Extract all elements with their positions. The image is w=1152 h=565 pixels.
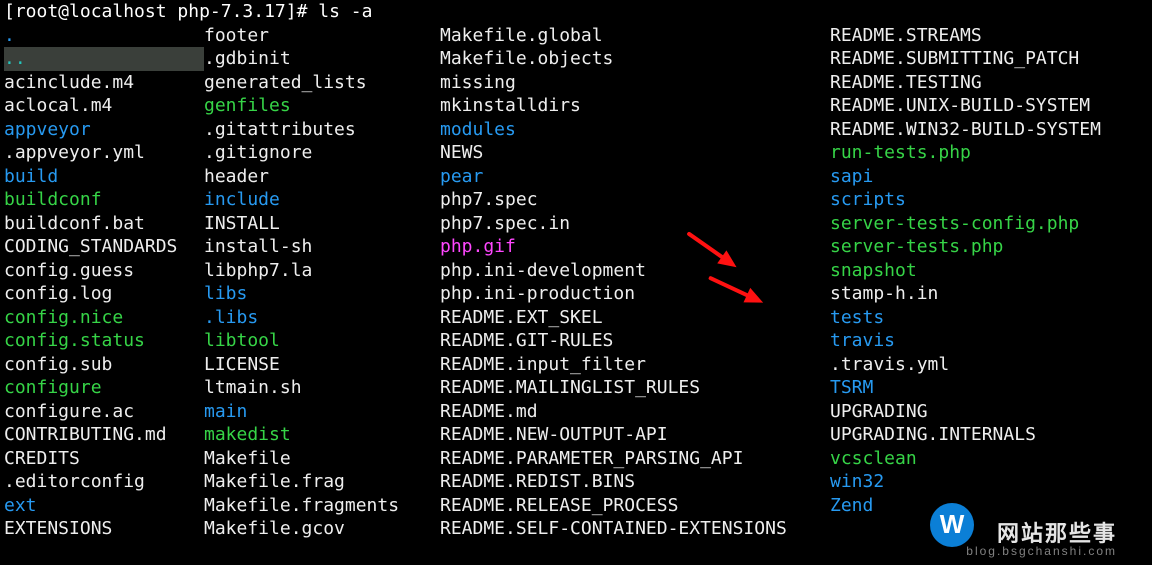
ls-entry: buildconf.bat xyxy=(4,212,204,236)
ls-entry: README.PARAMETER_PARSING_API xyxy=(440,447,830,471)
ls-entry: Zend xyxy=(830,494,1150,518)
ls-entry: libs xyxy=(204,282,440,306)
ls-entry: footer xyxy=(204,24,440,48)
ls-entry: pear xyxy=(440,165,830,189)
ls-entry: install-sh xyxy=(204,235,440,259)
ls-entry: README.WIN32-BUILD-SYSTEM xyxy=(830,118,1150,142)
ls-column: README.STREAMSREADME.SUBMITTING_PATCHREA… xyxy=(830,24,1150,541)
ls-entry: .libs xyxy=(204,306,440,330)
ls-entry: php.ini-development xyxy=(440,259,830,283)
ls-entry: README.GIT-RULES xyxy=(440,329,830,353)
ls-entry: aclocal.m4 xyxy=(4,94,204,118)
ls-column: ...acinclude.m4aclocal.m4appveyor.appvey… xyxy=(4,24,204,541)
ls-column: footer.gdbinitgenerated_listsgenfiles.gi… xyxy=(204,24,440,541)
ls-entry: README.TESTING xyxy=(830,71,1150,95)
ls-entry: .gdbinit xyxy=(204,47,440,71)
ls-entry: libtool xyxy=(204,329,440,353)
ls-entry: win32 xyxy=(830,470,1150,494)
ls-entry: config.status xyxy=(4,329,204,353)
ls-entry: run-tests.php xyxy=(830,141,1150,165)
ls-entry: configure xyxy=(4,376,204,400)
ls-entry: TSRM xyxy=(830,376,1150,400)
ls-entry: ltmain.sh xyxy=(204,376,440,400)
ls-entry: travis xyxy=(830,329,1150,353)
ls-entry: include xyxy=(204,188,440,212)
ls-entry: server-tests-config.php xyxy=(830,212,1150,236)
ls-entry: php7.spec.in xyxy=(440,212,830,236)
ls-entry: README.REDIST.BINS xyxy=(440,470,830,494)
ls-entry: README.NEW-OUTPUT-API xyxy=(440,423,830,447)
ls-entry: build xyxy=(4,165,204,189)
ls-entry: Makefile xyxy=(204,447,440,471)
ls-entry: generated_lists xyxy=(204,71,440,95)
ls-entry: .gitignore xyxy=(204,141,440,165)
ls-entry: README.STREAMS xyxy=(830,24,1150,48)
ls-entry: php.ini-production xyxy=(440,282,830,306)
prompt-command: ls -a xyxy=(318,1,372,22)
ls-entry: Makefile.frag xyxy=(204,470,440,494)
ls-entry: .appveyor.yml xyxy=(4,141,204,165)
ls-entry: CODING_STANDARDS xyxy=(4,235,204,259)
ls-entry: README.RELEASE_PROCESS xyxy=(440,494,830,518)
ls-entry: stamp-h.in xyxy=(830,282,1150,306)
ls-entry: .. xyxy=(4,47,204,71)
ls-entry: CONTRIBUTING.md xyxy=(4,423,204,447)
prompt-userhost: [root@localhost php-7.3.17]# xyxy=(4,1,318,22)
ls-entry: tests xyxy=(830,306,1150,330)
ls-entry: README.UNIX-BUILD-SYSTEM xyxy=(830,94,1150,118)
ls-entry: vcsclean xyxy=(830,447,1150,471)
ls-entry: mkinstalldirs xyxy=(440,94,830,118)
ls-entry: CREDITS xyxy=(4,447,204,471)
ls-entry: acinclude.m4 xyxy=(4,71,204,95)
ls-entry: genfiles xyxy=(204,94,440,118)
ls-entry: appveyor xyxy=(4,118,204,142)
ls-entry: EXTENSIONS xyxy=(4,517,204,541)
ls-entry: NEWS xyxy=(440,141,830,165)
ls-entry: config.guess xyxy=(4,259,204,283)
ls-entry: snapshot xyxy=(830,259,1150,283)
ls-entry: .travis.yml xyxy=(830,353,1150,377)
ls-entry: missing xyxy=(440,71,830,95)
ls-entry: libphp7.la xyxy=(204,259,440,283)
watermark-subtext: blog.bsgchanshi.com xyxy=(966,540,1117,564)
ls-entry: Makefile.global xyxy=(440,24,830,48)
ls-entry: . xyxy=(4,24,204,48)
ls-entry: configure.ac xyxy=(4,400,204,424)
ls-entry: main xyxy=(204,400,440,424)
ls-entry: README.input_filter xyxy=(440,353,830,377)
ls-entry: LICENSE xyxy=(204,353,440,377)
ls-entry: sapi xyxy=(830,165,1150,189)
ls-entry: buildconf xyxy=(4,188,204,212)
ls-entry: README.MAILINGLIST_RULES xyxy=(440,376,830,400)
ls-entry: README.SELF-CONTAINED-EXTENSIONS xyxy=(440,517,830,541)
terminal[interactable]: [root@localhost php-7.3.17]# ls -a ...ac… xyxy=(0,0,1152,541)
ls-entry: UPGRADING.INTERNALS xyxy=(830,423,1150,447)
ls-entry: README.SUBMITTING_PATCH xyxy=(830,47,1150,71)
ls-entry: header xyxy=(204,165,440,189)
ls-entry: config.log xyxy=(4,282,204,306)
ls-listing: ...acinclude.m4aclocal.m4appveyor.appvey… xyxy=(4,24,1152,541)
ls-entry: README.EXT_SKEL xyxy=(440,306,830,330)
ls-entry: ext xyxy=(4,494,204,518)
ls-entry: .gitattributes xyxy=(204,118,440,142)
ls-entry: scripts xyxy=(830,188,1150,212)
watermark-logo-letter: W xyxy=(940,513,965,537)
ls-entry: php.gif xyxy=(440,235,830,259)
ls-entry: modules xyxy=(440,118,830,142)
ls-entry: config.nice xyxy=(4,306,204,330)
ls-entry: Makefile.fragments xyxy=(204,494,440,518)
ls-entry: .editorconfig xyxy=(4,470,204,494)
ls-entry: makedist xyxy=(204,423,440,447)
ls-column: Makefile.globalMakefile.objectsmissingmk… xyxy=(440,24,830,541)
ls-entry: server-tests.php xyxy=(830,235,1150,259)
ls-entry: Makefile.gcov xyxy=(204,517,440,541)
ls-entry: config.sub xyxy=(4,353,204,377)
ls-entry: UPGRADING xyxy=(830,400,1150,424)
prompt-line: [root@localhost php-7.3.17]# ls -a xyxy=(4,0,1152,24)
ls-entry: php7.spec xyxy=(440,188,830,212)
ls-entry: INSTALL xyxy=(204,212,440,236)
ls-entry: Makefile.objects xyxy=(440,47,830,71)
ls-entry: README.md xyxy=(440,400,830,424)
